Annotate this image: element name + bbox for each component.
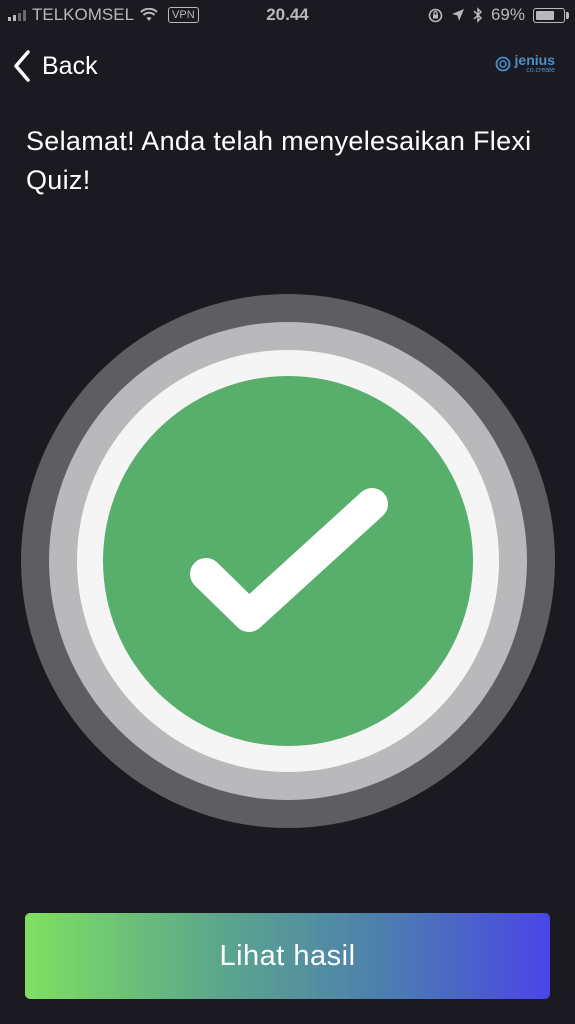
bluetooth-icon	[473, 7, 483, 23]
location-icon	[451, 9, 464, 21]
battery-percent: 69%	[490, 5, 525, 24]
brand-name: jenius	[514, 52, 555, 68]
rotation-lock-icon	[428, 8, 443, 22]
back-label: Back	[42, 51, 98, 80]
chevron-left-icon	[14, 50, 30, 82]
page-title: Selamat! Anda telah menyelesaikan Flexi …	[26, 126, 532, 195]
jenius-logo-icon	[495, 56, 510, 72]
view-results-button[interactable]: Lihat hasil	[25, 913, 550, 999]
jenius-logo: jenius co.create	[495, 52, 555, 74]
back-button[interactable]: Back	[12, 46, 98, 86]
status-right: 69%	[428, 5, 569, 25]
battery-fill	[536, 10, 554, 20]
brand-sub: co.create	[526, 67, 555, 74]
battery-icon	[533, 7, 569, 23]
status-bar: TELKOMSEL VPN 20.44 69%	[0, 0, 575, 32]
success-graphic	[21, 294, 555, 828]
